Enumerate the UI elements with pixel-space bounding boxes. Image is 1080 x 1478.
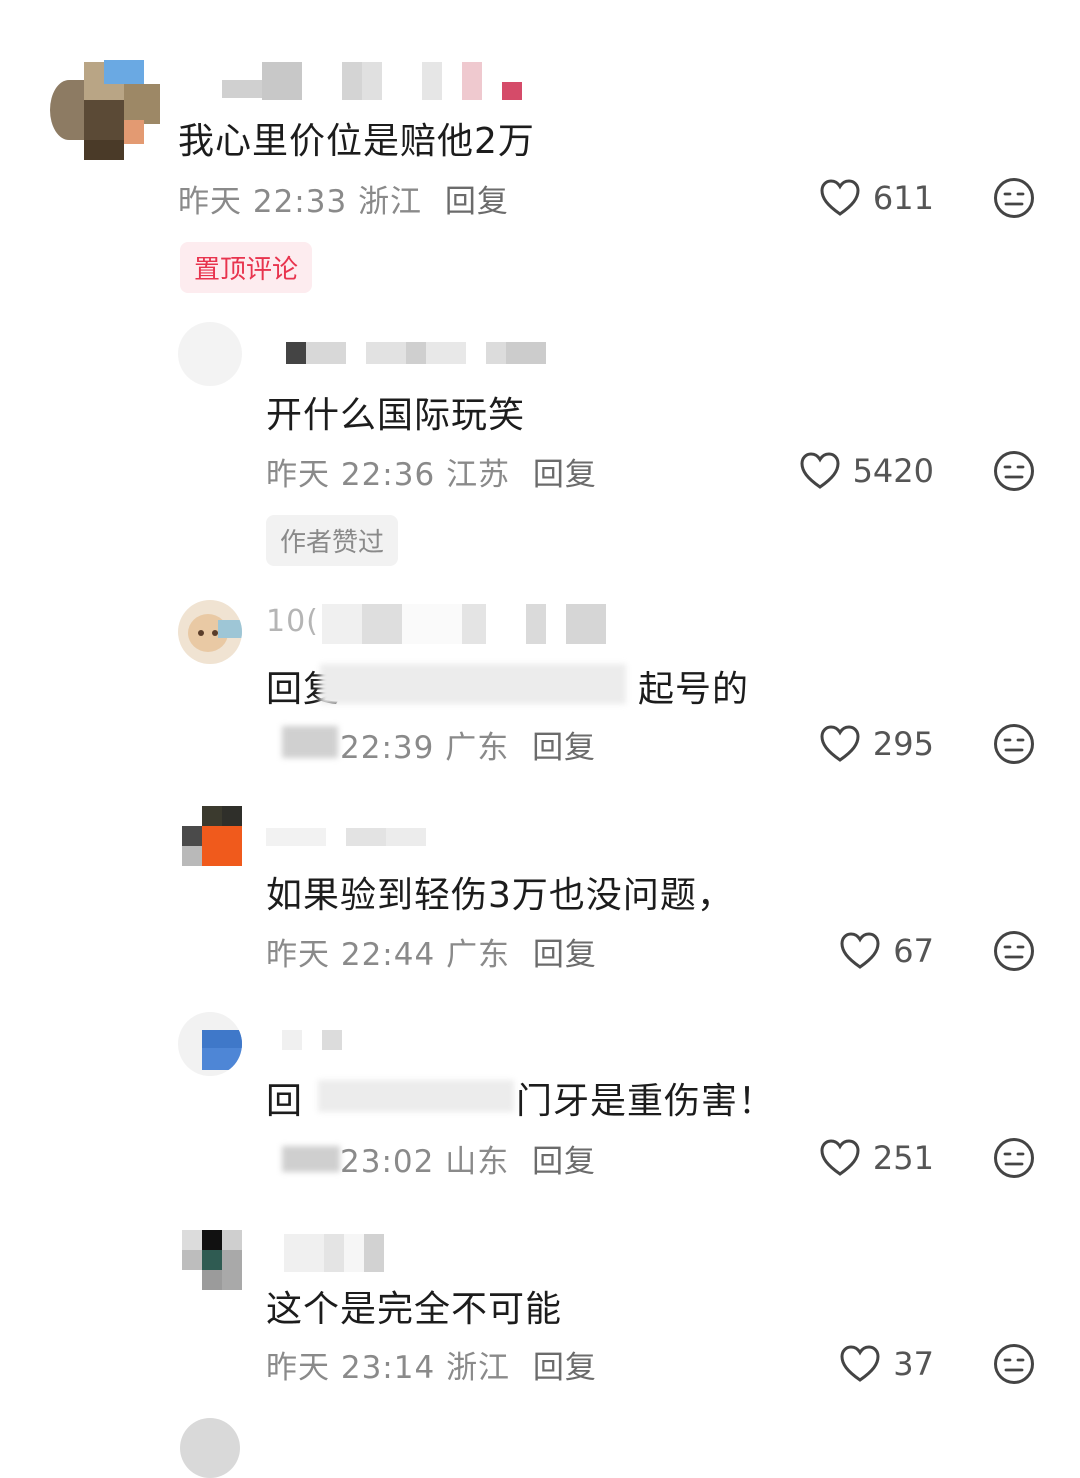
username-censored (322, 604, 606, 644)
like-count: 251 (872, 1139, 934, 1177)
username-censored (282, 1030, 346, 1050)
heart-outline-icon (800, 452, 840, 489)
like-button[interactable]: 5420 (770, 449, 934, 493)
avatar[interactable] (182, 806, 242, 866)
like-count: 295 (872, 725, 934, 763)
comment-location: 江苏 (446, 457, 511, 493)
comment-text: 回 (266, 1072, 303, 1124)
avatar[interactable] (178, 600, 242, 664)
username-censored (266, 828, 426, 846)
pinned-badge: 置顶评论 (180, 242, 313, 293)
comment-meta: 昨天 22:33 浙江 回复 (178, 176, 509, 221)
dislike-button[interactable] (993, 1343, 1035, 1385)
comment-meta: 22:39 广东 回复 (340, 722, 596, 767)
censored-block (320, 664, 626, 704)
like-button[interactable]: 611 (800, 176, 934, 220)
dislike-button[interactable] (993, 177, 1035, 219)
reply-button[interactable]: 回复 (532, 730, 596, 766)
avatar[interactable] (180, 1418, 240, 1478)
neutral-face-icon (994, 1138, 1034, 1178)
like-button[interactable]: 67 (820, 929, 934, 973)
comment-date: 昨天 (266, 937, 330, 973)
neutral-face-icon (994, 178, 1034, 218)
like-button[interactable]: 37 (820, 1342, 934, 1386)
neutral-face-icon (994, 451, 1034, 491)
like-count: 37 (893, 1345, 934, 1383)
comment-time: 23:02 (340, 1144, 435, 1180)
comment-date: 昨天 (266, 1350, 330, 1386)
author-liked-badge: 作者赞过 (266, 515, 399, 566)
heart-outline-icon (820, 1139, 860, 1176)
comment-meta: 昨天 23:14 浙江 回复 (266, 1342, 597, 1387)
comment-time: 22:33 (252, 184, 348, 220)
username-censored (266, 342, 546, 364)
comment-time: 22:39 (340, 730, 435, 766)
like-count: 67 (893, 932, 934, 970)
heart-outline-icon (820, 725, 860, 762)
username-censored (222, 62, 522, 100)
dislike-button[interactable] (993, 723, 1035, 765)
comment-text: 开什么国际玩笑 (266, 395, 526, 436)
comment-location: 广东 (445, 730, 510, 766)
censored-block (282, 1146, 340, 1172)
comment-time: 22:44 (340, 937, 436, 973)
reply-button[interactable]: 回复 (533, 1350, 597, 1386)
dislike-button[interactable] (993, 450, 1035, 492)
comment-text: 如果验到轻伤3万也没问题， (266, 875, 734, 916)
like-count: 5420 (852, 452, 934, 490)
censored-block (318, 1080, 514, 1112)
comment-location: 山东 (445, 1144, 510, 1180)
reply-button[interactable]: 回复 (533, 937, 597, 973)
like-button[interactable]: 295 (800, 722, 934, 766)
neutral-face-icon (994, 1344, 1034, 1384)
comment-text-suffix: 起号的 (638, 669, 750, 710)
like-button[interactable]: 251 (800, 1136, 934, 1180)
comment-location: 浙江 (446, 1350, 511, 1386)
neutral-face-icon (994, 724, 1034, 764)
like-count: 611 (872, 179, 934, 217)
censored-block (282, 726, 338, 758)
avatar[interactable] (44, 60, 162, 160)
reply-button[interactable]: 回复 (445, 184, 509, 220)
comment-text: 这个是完全不可能 (266, 1289, 563, 1330)
username-partial: 10( (266, 604, 319, 639)
avatar[interactable] (178, 1012, 242, 1076)
comment-time: 23:14 (340, 1350, 436, 1386)
heart-outline-icon (840, 932, 880, 969)
avatar[interactable] (178, 322, 242, 386)
neutral-face-icon (994, 931, 1034, 971)
reply-button[interactable]: 回复 (533, 457, 597, 493)
reply-button[interactable]: 回复 (532, 1144, 596, 1180)
comment-location: 广东 (446, 937, 511, 973)
comment-meta: 昨天 22:44 广东 回复 (266, 929, 597, 974)
comment-date: 昨天 (178, 184, 242, 220)
reply-prefix: 回 (266, 1081, 304, 1122)
dislike-button[interactable] (993, 930, 1035, 972)
dislike-button[interactable] (993, 1137, 1035, 1179)
comment-text-suffix: 门牙是重伤害！ (516, 1081, 776, 1122)
comment-location: 浙江 (358, 184, 423, 220)
comment-text: 我心里价位是赔他2万 (178, 121, 535, 162)
heart-outline-icon (820, 179, 860, 216)
avatar[interactable] (182, 1230, 242, 1290)
username-censored (284, 1234, 384, 1272)
comment-meta: 23:02 山东 回复 (340, 1136, 596, 1181)
comment-meta: 昨天 22:36 江苏 回复 (266, 449, 597, 494)
comment-date: 昨天 (266, 457, 330, 493)
heart-outline-icon (840, 1345, 880, 1382)
comment-time: 22:36 (340, 457, 436, 493)
